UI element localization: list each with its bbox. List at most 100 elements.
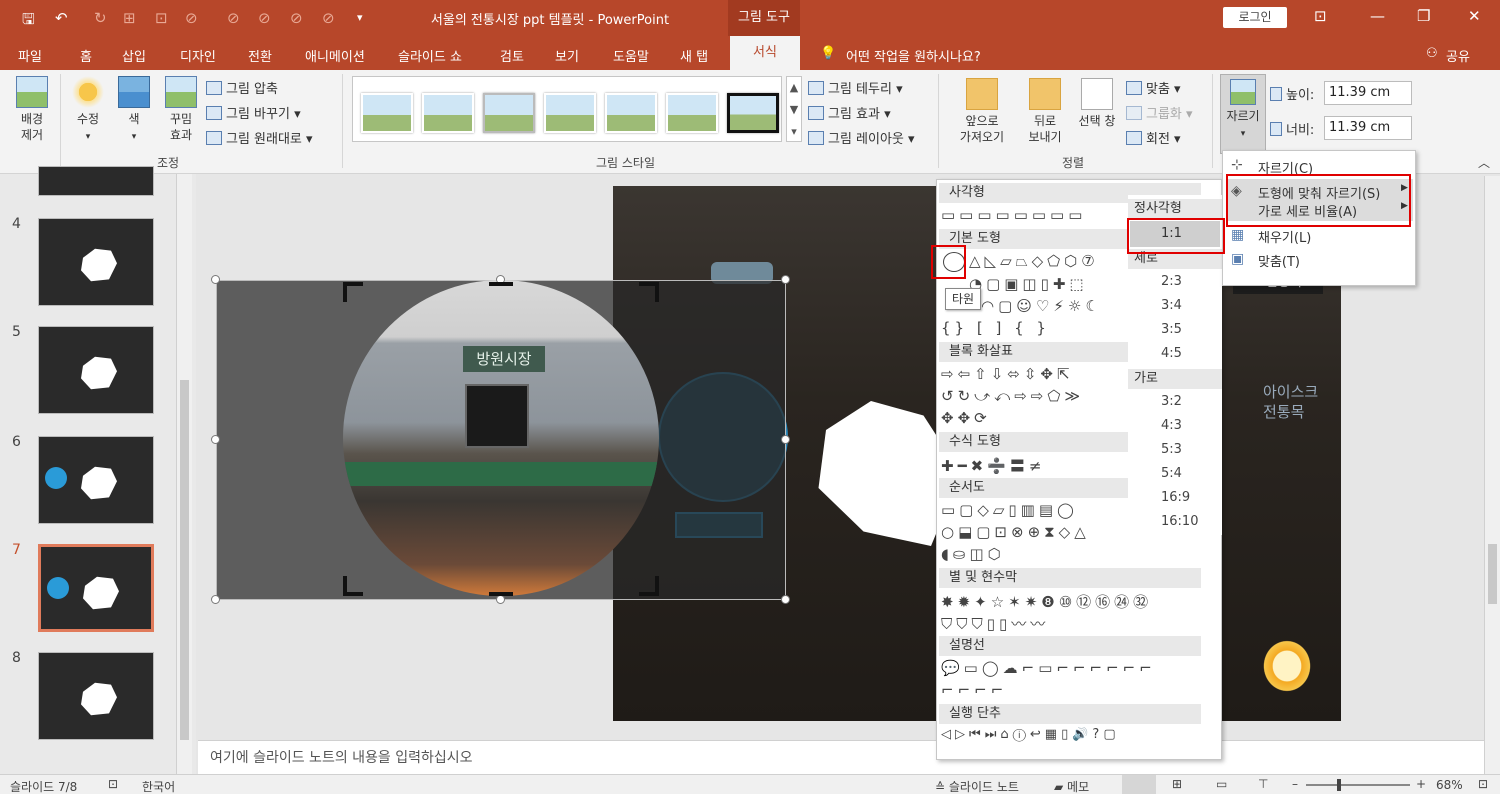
group-button[interactable]: 그룹화 ▾ (1126, 103, 1193, 122)
aspect-item[interactable]: 2:3 (1161, 274, 1182, 289)
aspect-item[interactable]: 4:3 (1161, 418, 1182, 433)
aspect-item[interactable]: 4:5 (1161, 346, 1182, 361)
zoom-out-icon[interactable]: – (1292, 777, 1298, 791)
tab-help[interactable]: 도움말 (613, 46, 649, 65)
picture-styles-gallery[interactable] (352, 76, 782, 142)
gallery-scroll[interactable]: ▲ ▼ ▾ (786, 76, 802, 142)
aspect-item[interactable]: 5:3 (1161, 442, 1182, 457)
style-thumb-1[interactable] (361, 93, 413, 133)
resize-handle[interactable] (496, 595, 505, 604)
flowchart-row-3[interactable]: ◖⛀◫⬡ (941, 545, 1127, 563)
slide-thumbnail[interactable] (38, 326, 154, 414)
tab-new[interactable]: 새 탭 (680, 46, 708, 65)
notes-toggle[interactable]: ≙ 슬라이드 노트 (935, 778, 1019, 794)
resize-handle[interactable] (781, 595, 790, 604)
fit-slide-icon[interactable]: ⊡ (1478, 777, 1488, 791)
mascot-icon[interactable] (1261, 638, 1313, 694)
slide-thumbnail[interactable] (38, 652, 154, 740)
compress-pictures-button[interactable]: 그림 압축 (206, 78, 278, 97)
tab-insert[interactable]: 삽입 (122, 46, 146, 65)
slide-thumbnail-active[interactable] (38, 544, 154, 632)
selection-pane-button[interactable]: 선택 창 (1072, 78, 1122, 129)
resize-handle[interactable] (211, 435, 220, 444)
crop-handle-tr[interactable] (639, 282, 659, 302)
style-thumb-6[interactable] (666, 93, 718, 133)
slide-thumbnail-3[interactable] (38, 166, 154, 196)
crop-handle-bottom[interactable] (489, 592, 513, 596)
slide-thumbnail[interactable] (38, 218, 154, 306)
rectangle-shapes-row[interactable]: ▭▭▭▭▭▭▭▭ (941, 206, 1127, 224)
width-input[interactable]: 11.39 cm (1324, 116, 1412, 140)
zoom-slider[interactable] (1306, 784, 1410, 786)
stars-row-1[interactable]: ✸✹✦☆✶✷❽⑩⑫⑯㉔㉜ (941, 591, 1211, 612)
basic-shapes-row-2[interactable]: ◔▢▣◫▯✚⬚ (969, 275, 1127, 293)
notes-pane[interactable]: 여기에 슬라이드 노트의 내용을 입력하십시오 (198, 740, 1484, 774)
zoom-in-icon[interactable]: + (1416, 777, 1426, 791)
color-button[interactable]: 색 ▾ (114, 76, 154, 145)
style-thumb-2[interactable] (422, 93, 474, 133)
action-buttons-row[interactable]: ◁▷⏮⏭⌂ⓘ↩▦▯🔊?▢ (941, 727, 1211, 742)
bring-forward-button[interactable]: 앞으로 가져오기 (948, 78, 1016, 145)
tab-home[interactable]: 홈 (80, 46, 92, 65)
basic-shapes-row-4[interactable]: {} [ ] { } (941, 319, 1127, 337)
tab-format[interactable]: 서식 (730, 36, 800, 70)
resize-handle[interactable] (211, 275, 220, 284)
tell-me-search[interactable]: 어떤 작업을 원하시나요? (846, 46, 981, 65)
stars-row-2[interactable]: ⛉⛉⛉▯▯〰〰 (941, 613, 1211, 634)
crop-handle-bl[interactable] (343, 576, 363, 596)
aspect-item[interactable]: 16:10 (1161, 514, 1198, 529)
fit-item[interactable]: 맞춤(T) (1258, 251, 1300, 270)
style-thumb-5[interactable] (605, 93, 657, 133)
picture-effects-button[interactable]: 그림 효과 ▾ (808, 103, 891, 122)
close-icon[interactable]: ✕ (1468, 7, 1481, 25)
flowchart-row-1[interactable]: ▭▢◇▱▯▥▤◯ (941, 501, 1127, 519)
zoom-slider-thumb[interactable] (1337, 779, 1341, 791)
artistic-effects-button[interactable]: 꾸밈 효과 (158, 76, 204, 143)
thumbnail-scroll-thumb[interactable] (180, 380, 189, 740)
style-thumb-4[interactable] (544, 93, 596, 133)
tab-slideshow[interactable]: 슬라이드 쇼 (398, 46, 462, 65)
collapse-ribbon-icon[interactable]: ︿ (1478, 154, 1490, 171)
aspect-item[interactable]: 3:5 (1161, 322, 1182, 337)
callouts-row-1[interactable]: 💬▭◯☁⌐▭⌐⌐⌐⌐⌐⌐ (941, 659, 1211, 677)
resize-handle[interactable] (781, 435, 790, 444)
slide-scroll-thumb[interactable] (1488, 544, 1497, 604)
language-indicator[interactable]: 한국어 (142, 778, 175, 794)
change-picture-button[interactable]: 그림 바꾸기 ▾ (206, 103, 301, 122)
fill-item[interactable]: 채우기(L) (1258, 227, 1311, 246)
crop-handle-top[interactable] (489, 282, 513, 286)
send-backward-button[interactable]: 뒤로 보내기 (1018, 78, 1072, 145)
zoom-level[interactable]: 68% (1436, 778, 1463, 792)
cropped-market-photo[interactable]: 방원시장 (343, 280, 659, 596)
slide-sorter-icon[interactable]: ⊞ (1172, 777, 1182, 791)
share-button[interactable]: 공유 (1446, 46, 1470, 65)
aspect-item[interactable]: 16:9 (1161, 490, 1190, 505)
normal-view-icon[interactable] (1122, 775, 1156, 794)
rotate-button[interactable]: 회전 ▾ (1126, 128, 1181, 147)
corrections-button[interactable]: 수정 ▾ (66, 76, 110, 145)
minimize-icon[interactable]: — (1370, 7, 1385, 25)
flowchart-row-2[interactable]: ○⬓▢⊡⊗⊕⧗◇△ (941, 523, 1127, 541)
picture-layout-button[interactable]: 그림 레이아웃 ▾ (808, 128, 915, 147)
resize-handle[interactable] (211, 595, 220, 604)
crop-button[interactable]: 자르기 ▾ (1220, 74, 1266, 154)
crop-handle-br[interactable] (639, 576, 659, 596)
callouts-row-2[interactable]: ⌐⌐⌐⌐ (941, 681, 1211, 699)
tab-file[interactable]: 파일 (18, 46, 42, 65)
tab-view[interactable]: 보기 (555, 46, 579, 65)
spell-check-icon[interactable]: ⊡ (108, 777, 118, 791)
resize-handle[interactable] (781, 275, 790, 284)
height-input[interactable]: 11.39 cm (1324, 81, 1412, 105)
comments-toggle[interactable]: ▰ 메모 (1054, 778, 1089, 794)
aspect-item[interactable]: 5:4 (1161, 466, 1182, 481)
block-arrows-row-1[interactable]: ⇨⇦⇧⇩⬄⇳✥⇱ (941, 365, 1127, 383)
reset-picture-button[interactable]: 그림 원래대로 ▾ (206, 128, 313, 147)
crop-handle-tl[interactable] (343, 282, 363, 302)
block-arrows-row-3[interactable]: ✥✥⟳ (941, 409, 1127, 427)
align-button[interactable]: 맞춤 ▾ (1126, 78, 1181, 97)
equation-shapes-row[interactable]: ✚━✖➗〓≠ (941, 455, 1127, 476)
thumbnail-scrollbar[interactable] (176, 174, 192, 774)
remove-background-button[interactable]: 배경 제거 (10, 76, 54, 143)
tab-transitions[interactable]: 전환 (248, 46, 272, 65)
tab-design[interactable]: 디자인 (180, 46, 216, 65)
